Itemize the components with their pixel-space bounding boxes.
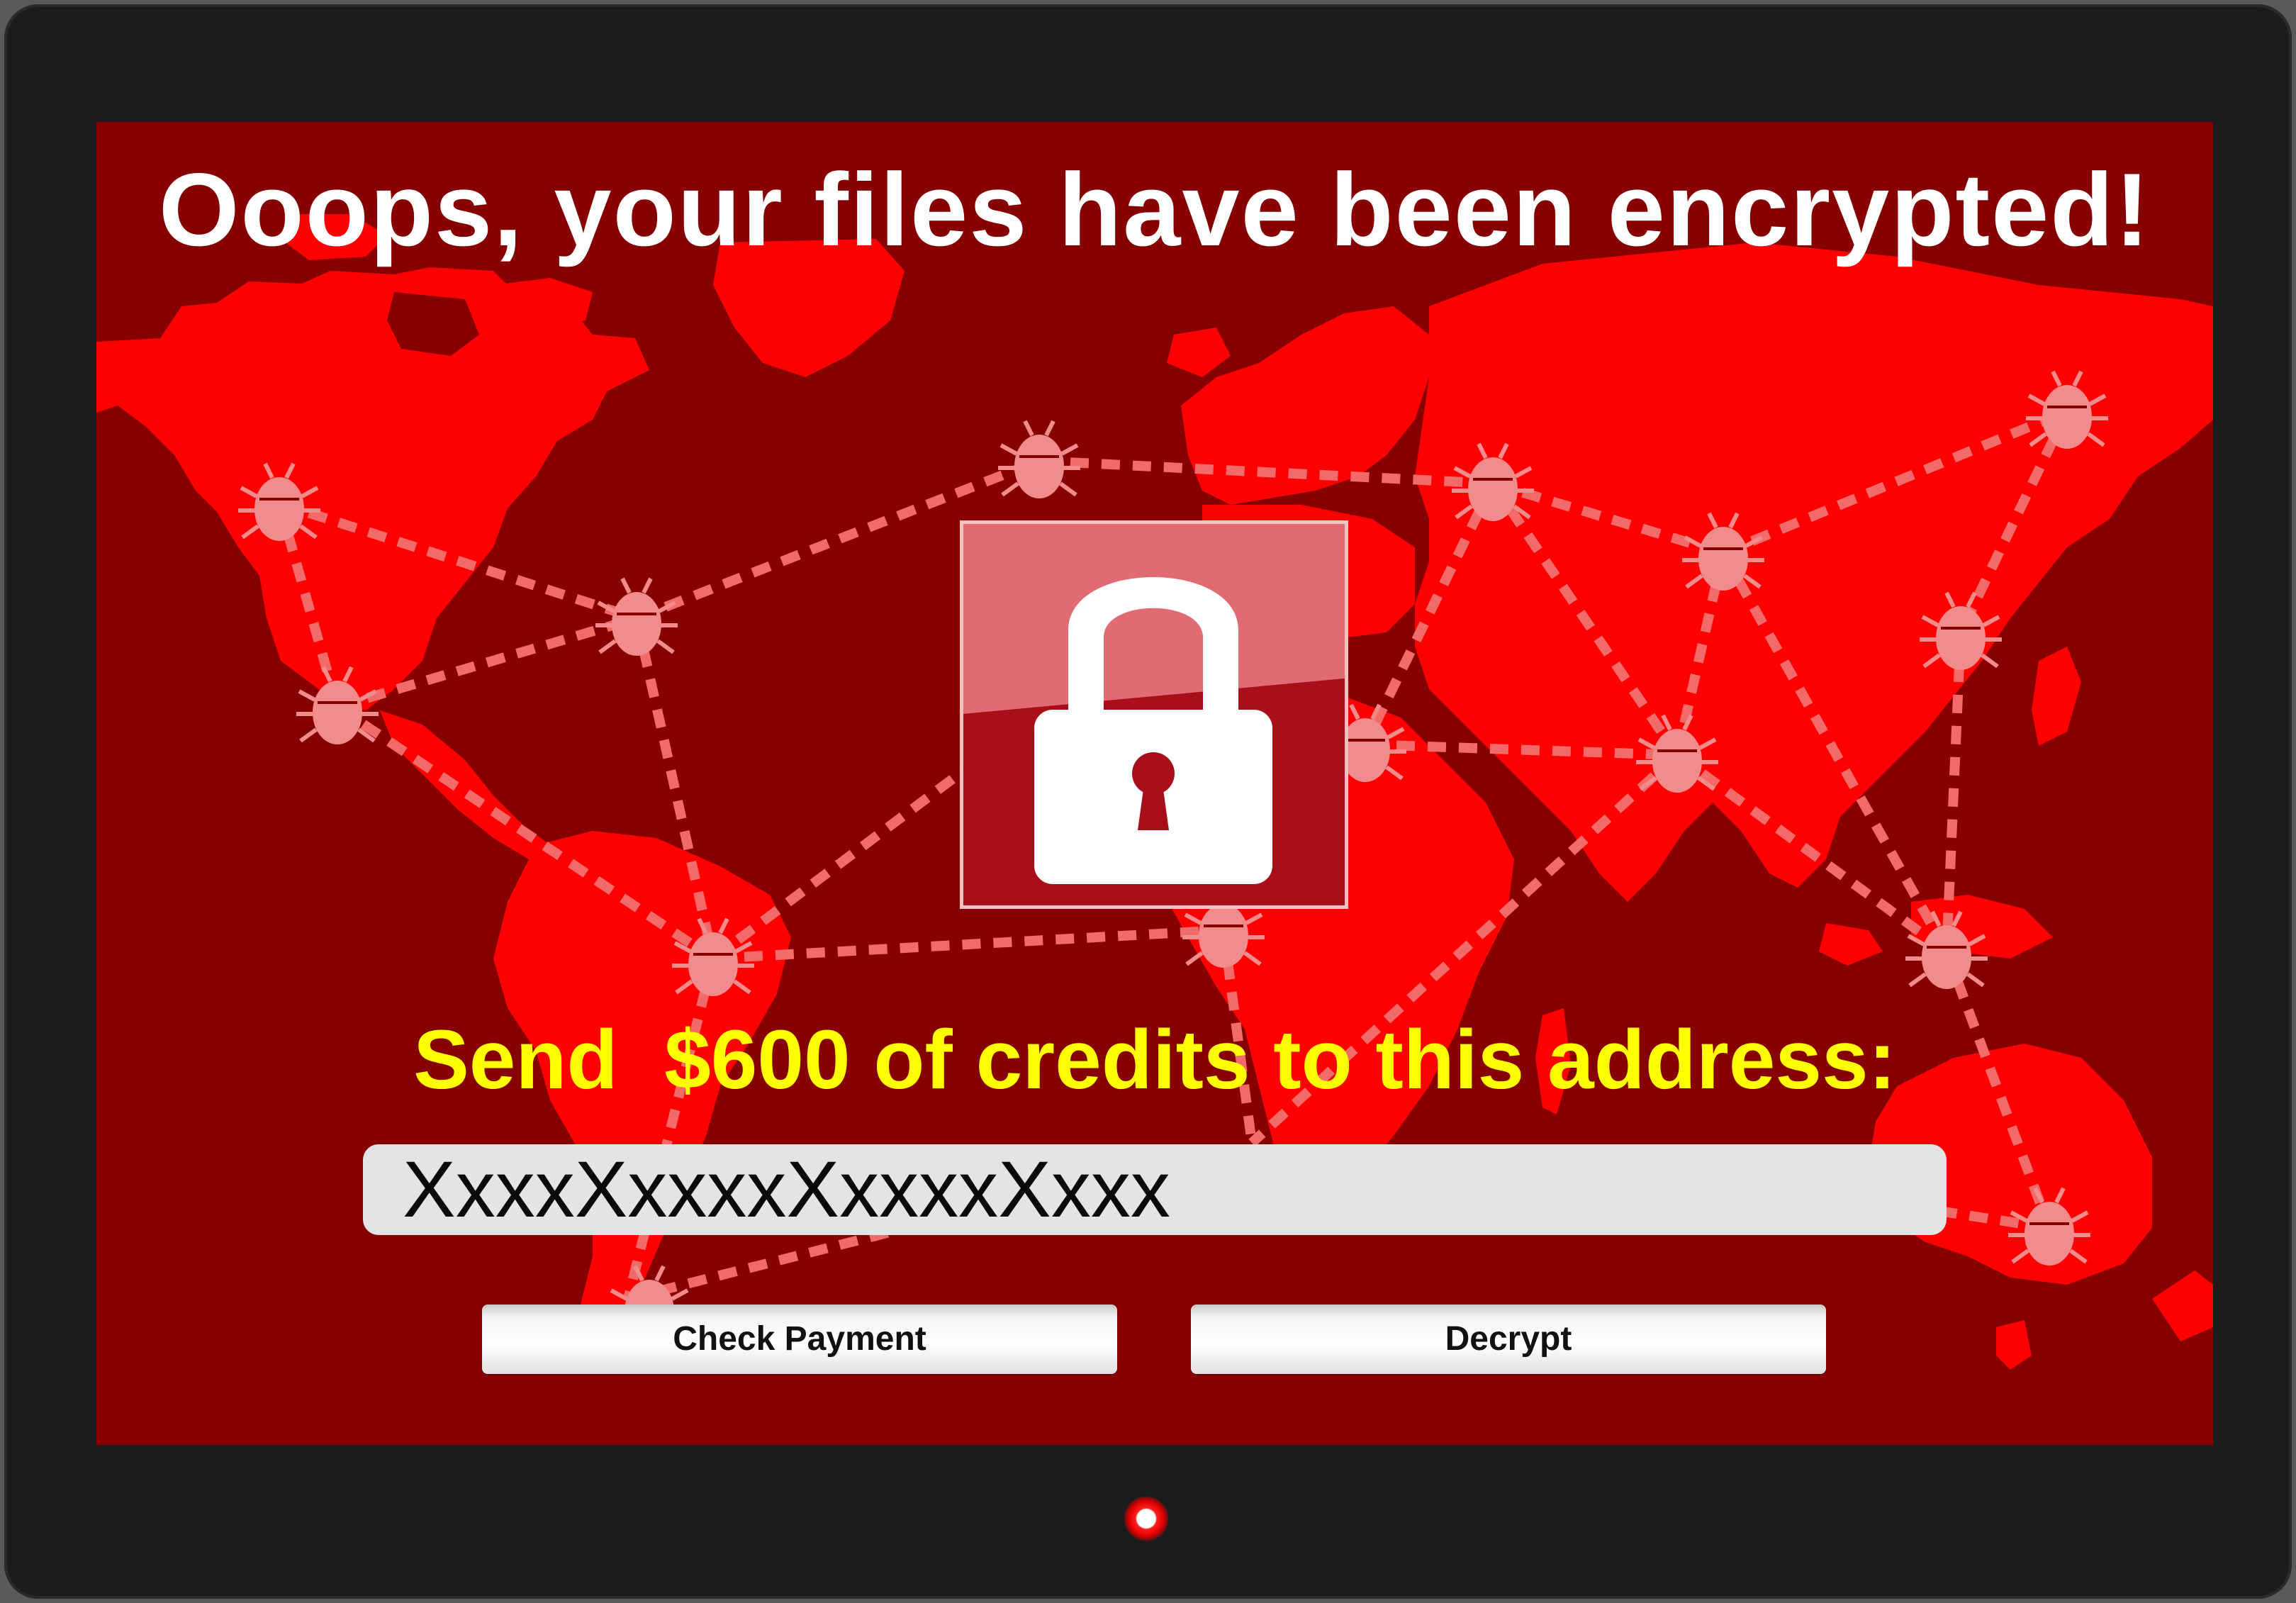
power-led-icon: [1124, 1496, 1169, 1541]
ransom-screen: Ooops, your files have been encrypted! S…: [96, 122, 2213, 1445]
payment-address-field[interactable]: [363, 1144, 1947, 1235]
check-payment-button[interactable]: Check Payment: [482, 1305, 1117, 1374]
ransom-headline: Ooops, your files have been encrypted!: [158, 152, 2151, 267]
bug-icon: [595, 577, 678, 656]
payment-instruction: Send $600 of credits to this address:: [413, 1013, 1896, 1107]
padlock-icon: [960, 520, 1348, 909]
bug-icon: [998, 420, 1080, 498]
decrypt-button[interactable]: Decrypt: [1191, 1305, 1826, 1374]
tablet-device: Ooops, your files have been encrypted! S…: [4, 4, 2292, 1599]
